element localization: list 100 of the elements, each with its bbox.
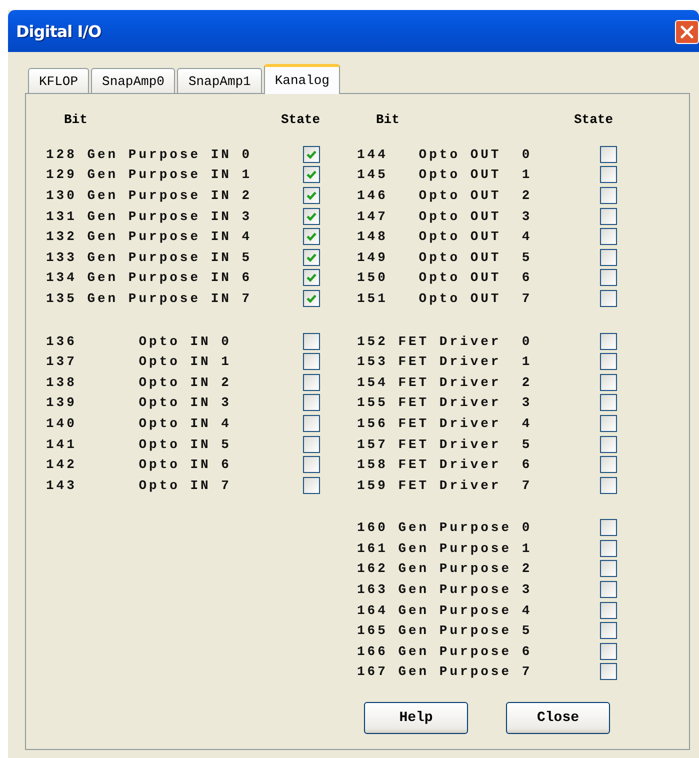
state-checkbox[interactable] bbox=[303, 269, 320, 286]
close-dialog-button[interactable]: Close bbox=[506, 702, 610, 734]
state-checkbox[interactable] bbox=[303, 374, 320, 391]
state-checkbox[interactable] bbox=[600, 208, 617, 225]
bit-label: 131 Gen Purpose IN 3 bbox=[46, 208, 254, 224]
close-icon bbox=[679, 24, 695, 40]
state-checkbox[interactable] bbox=[600, 581, 617, 598]
window-title: Digital I/O bbox=[16, 22, 102, 40]
state-checkbox[interactable] bbox=[600, 394, 617, 412]
help-button[interactable]: Help bbox=[364, 702, 468, 734]
state-checkbox[interactable] bbox=[600, 374, 617, 391]
state-checkbox[interactable] bbox=[303, 146, 320, 163]
bit-label: 161 Gen Purpose 1 bbox=[357, 540, 534, 556]
bit-label: 132 Gen Purpose IN 4 bbox=[46, 229, 254, 244]
bit-label: 146 Opto OUT 2 bbox=[357, 188, 534, 203]
bit-label: 133 Gen Purpose IN 5 bbox=[46, 250, 254, 265]
bit-label: 128 Gen Purpose IN 0 bbox=[46, 146, 254, 162]
column-header: Bit bbox=[63, 112, 88, 129]
bit-label: 162 Gen Purpose 2 bbox=[357, 561, 534, 576]
state-checkbox[interactable] bbox=[600, 353, 617, 370]
state-checkbox[interactable] bbox=[303, 290, 320, 307]
bit-label: 148 Opto OUT 4 bbox=[357, 229, 534, 244]
bit-label: 151 Opto OUT 7 bbox=[357, 290, 534, 306]
check-icon bbox=[306, 252, 317, 263]
bit-label: 145 Opto OUT 1 bbox=[357, 167, 534, 182]
state-checkbox[interactable] bbox=[600, 248, 617, 266]
bit-label: 150 Opto OUT 6 bbox=[357, 270, 534, 286]
state-checkbox[interactable] bbox=[303, 476, 320, 494]
state-checkbox[interactable] bbox=[303, 166, 320, 184]
bit-label: 139 Opto IN 3 bbox=[46, 395, 232, 410]
state-checkbox[interactable] bbox=[600, 476, 617, 494]
state-checkbox[interactable] bbox=[600, 186, 617, 204]
bit-label: 167 Gen Purpose 7 bbox=[357, 664, 534, 680]
tab[interactable]: Kanalog bbox=[264, 64, 340, 94]
close-button[interactable] bbox=[675, 20, 699, 44]
check-icon bbox=[306, 272, 317, 284]
state-checkbox[interactable] bbox=[600, 146, 617, 163]
state-checkbox[interactable] bbox=[600, 642, 617, 660]
state-checkbox[interactable] bbox=[303, 332, 320, 350]
bit-label: 160 Gen Purpose 0 bbox=[357, 520, 534, 536]
bit-label: 155 FET Driver 3 bbox=[357, 395, 534, 410]
bit-label: 158 FET Driver 6 bbox=[357, 457, 534, 472]
state-checkbox[interactable] bbox=[600, 560, 617, 578]
state-checkbox[interactable] bbox=[600, 622, 617, 640]
bit-label: 159 FET Driver 7 bbox=[357, 478, 534, 493]
bit-label: 154 FET Driver 2 bbox=[357, 374, 534, 390]
state-checkbox[interactable] bbox=[600, 414, 617, 432]
tab[interactable]: KFLOP bbox=[28, 68, 90, 93]
bit-label: 142 Opto IN 6 bbox=[46, 457, 232, 472]
bit-label: 138 Opto IN 2 bbox=[46, 374, 232, 390]
bit-label: 136 Opto IN 0 bbox=[46, 334, 232, 349]
column-header: Bit bbox=[375, 112, 400, 129]
bit-label: 165 Gen Purpose 5 bbox=[357, 623, 534, 638]
state-checkbox[interactable] bbox=[600, 332, 617, 350]
bit-label: 141 Opto IN 5 bbox=[46, 436, 232, 452]
state-checkbox[interactable] bbox=[600, 228, 617, 246]
bit-label: 135 Gen Purpose IN 7 bbox=[46, 290, 254, 306]
state-checkbox[interactable] bbox=[600, 269, 617, 286]
bit-label: 164 Gen Purpose 4 bbox=[357, 602, 534, 618]
state-checkbox[interactable] bbox=[600, 602, 617, 619]
state-checkbox[interactable] bbox=[600, 519, 617, 536]
bit-label: 149 Opto OUT 5 bbox=[357, 250, 534, 265]
check-icon bbox=[306, 292, 317, 304]
state-checkbox[interactable] bbox=[303, 456, 320, 474]
bit-label: 134 Gen Purpose IN 6 bbox=[46, 270, 254, 286]
state-checkbox[interactable] bbox=[303, 436, 320, 453]
tab[interactable]: SnapAmp0 bbox=[91, 68, 176, 93]
state-checkbox[interactable] bbox=[303, 414, 320, 432]
bit-label: 143 Opto IN 7 bbox=[46, 478, 232, 493]
column-header: State bbox=[574, 112, 614, 129]
state-checkbox[interactable] bbox=[303, 228, 320, 246]
state-checkbox[interactable] bbox=[303, 353, 320, 370]
check-icon bbox=[306, 210, 317, 222]
bit-label: 156 FET Driver 4 bbox=[357, 416, 534, 431]
tab[interactable]: SnapAmp1 bbox=[177, 68, 262, 93]
state-checkbox[interactable] bbox=[600, 456, 617, 474]
state-checkbox[interactable] bbox=[600, 436, 617, 453]
state-checkbox[interactable] bbox=[303, 186, 320, 204]
bit-label: 153 FET Driver 1 bbox=[357, 354, 534, 370]
state-checkbox[interactable] bbox=[600, 290, 617, 307]
bit-label: 152 FET Driver 0 bbox=[357, 334, 534, 349]
state-checkbox[interactable] bbox=[303, 208, 320, 225]
bit-label: 129 Gen Purpose IN 1 bbox=[46, 167, 254, 182]
state-checkbox[interactable] bbox=[600, 166, 617, 184]
check-icon bbox=[306, 169, 317, 180]
bit-label: 166 Gen Purpose 6 bbox=[357, 644, 534, 659]
state-checkbox[interactable] bbox=[600, 540, 617, 557]
column-header: State bbox=[281, 112, 320, 129]
state-checkbox[interactable] bbox=[303, 394, 320, 412]
bit-label: 157 FET Driver 5 bbox=[357, 436, 534, 452]
bit-label: 140 Opto IN 4 bbox=[46, 416, 232, 431]
state-checkbox[interactable] bbox=[600, 663, 617, 680]
bit-label: 130 Gen Purpose IN 2 bbox=[46, 188, 254, 203]
check-icon bbox=[306, 148, 317, 160]
bit-label: 163 Gen Purpose 3 bbox=[357, 582, 534, 598]
check-icon bbox=[306, 231, 317, 242]
check-icon bbox=[306, 190, 317, 201]
bit-label: 144 Opto OUT 0 bbox=[357, 146, 534, 162]
bit-label: 137 Opto IN 1 bbox=[46, 354, 232, 370]
state-checkbox[interactable] bbox=[303, 248, 320, 266]
